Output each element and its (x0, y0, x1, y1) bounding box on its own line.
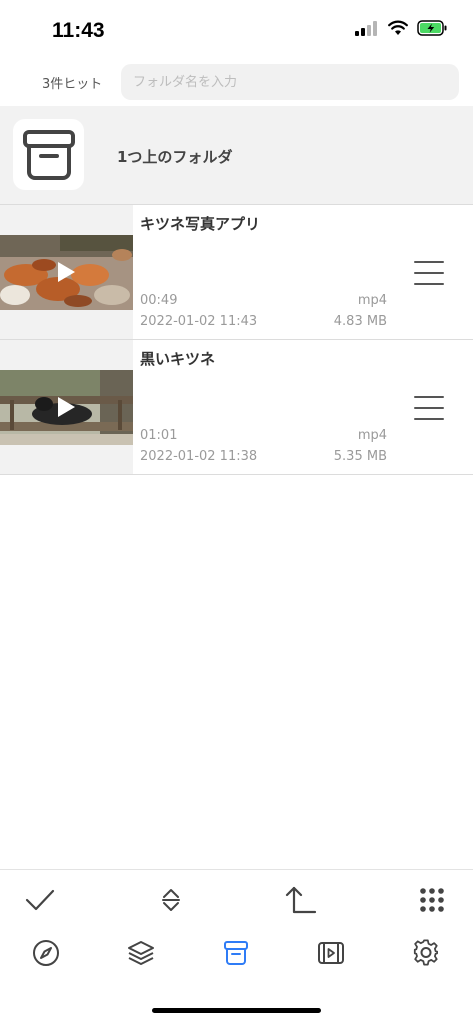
sort-icon[interactable] (153, 882, 189, 918)
checkmark-icon[interactable] (22, 882, 58, 918)
video-duration: 01:01 (140, 428, 178, 443)
battery-icon (417, 20, 447, 40)
hit-count: 3件ヒット (42, 77, 103, 92)
folder-tile (13, 119, 84, 190)
video-date: 2022-01-02 11:43 (140, 314, 258, 329)
archive-icon[interactable] (218, 935, 254, 971)
video-title: 黒いキツネ (140, 350, 216, 368)
video-row[interactable]: 黒いキツネ 01:01 mp4 2022-01-02 11:38 5.35 MB (0, 340, 473, 475)
folder-search-input[interactable] (121, 64, 459, 100)
play-icon (58, 397, 75, 417)
signal-icon (355, 20, 379, 40)
compass-icon[interactable] (28, 935, 64, 971)
wifi-icon (388, 20, 408, 40)
video-format: mp4 (357, 293, 387, 308)
status-time: 11:43 (52, 19, 105, 42)
video-date: 2022-01-02 11:38 (140, 449, 258, 464)
archive-box-icon (22, 129, 75, 180)
video-format: mp4 (357, 428, 387, 443)
video-thumbnail[interactable] (0, 235, 133, 310)
hamburger-menu-icon[interactable] (414, 261, 444, 285)
parent-folder-row[interactable]: 1つ上のフォルダ (0, 106, 473, 205)
video-size: 4.83 MB (333, 314, 387, 329)
video-icon[interactable] (313, 935, 349, 971)
hamburger-menu-icon[interactable] (414, 396, 444, 420)
video-thumbnail[interactable] (0, 370, 133, 445)
parent-folder-icon[interactable] (283, 882, 319, 918)
gear-icon[interactable] (408, 935, 444, 971)
home-indicator (152, 1008, 321, 1013)
grid-icon[interactable] (414, 882, 450, 918)
search-row: 3件ヒット (0, 60, 473, 104)
layers-icon[interactable] (123, 935, 159, 971)
action-toolbar (0, 869, 473, 930)
status-bar: 11:43 (0, 0, 473, 60)
status-icons (355, 20, 447, 40)
video-size: 5.35 MB (333, 449, 387, 464)
video-duration: 00:49 (140, 293, 178, 308)
video-title: キツネ写真アプリ (140, 215, 261, 233)
tab-bar (0, 929, 473, 981)
parent-folder-label: 1つ上のフォルダ (117, 148, 233, 166)
play-icon (58, 262, 75, 282)
video-row[interactable]: キツネ写真アプリ 00:49 mp4 2022-01-02 11:43 4.83… (0, 205, 473, 340)
